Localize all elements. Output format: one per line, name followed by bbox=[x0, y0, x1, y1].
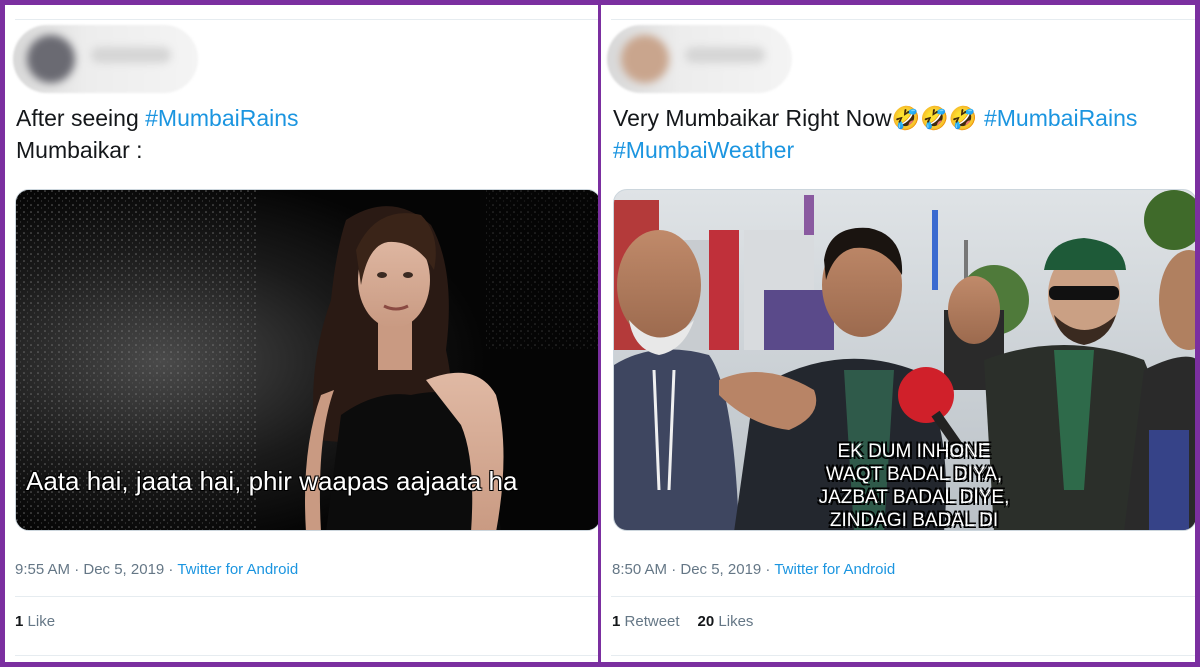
tweet-time[interactable]: 9:55 AM · Dec 5, 2019 · bbox=[15, 561, 177, 578]
tweet-text: Very Mumbaikar Right Now🤣🤣🤣 #MumbaiRains… bbox=[613, 102, 1137, 166]
caption-line: EK DUM INHONE bbox=[837, 441, 991, 462]
caption-line: WAQT BADAL DIYA, bbox=[825, 464, 1003, 485]
tweet-card-2: Very Mumbaikar Right Now🤣🤣🤣 #MumbaiRains… bbox=[601, 5, 1195, 662]
likes-count: 20 bbox=[697, 613, 715, 630]
avatar bbox=[621, 35, 669, 83]
divider bbox=[15, 655, 598, 656]
divider bbox=[15, 19, 598, 20]
tweet-stats: 1 Retweet 20 Likes bbox=[612, 613, 753, 630]
tweet-text: After seeing #MumbaiRains Mumbaikar : bbox=[16, 102, 299, 166]
tweet-source-link[interactable]: Twitter for Android bbox=[774, 561, 895, 578]
tweet-media-video[interactable]: EK DUM INHONE WAQT BADAL DIYA, JAZBAT BA… bbox=[613, 189, 1195, 531]
hashtag-link[interactable]: #MumbaiWeather bbox=[613, 137, 794, 163]
media-caption: Aata hai, jaata hai, phir waapas aajaata… bbox=[26, 466, 518, 496]
tweet-stats: 1 Like bbox=[15, 613, 55, 630]
tweet-text-part: Very Mumbaikar Right Now🤣🤣🤣 bbox=[613, 105, 984, 131]
likes-label: Likes bbox=[718, 613, 754, 630]
tweet-card-1: After seeing #MumbaiRains Mumbaikar : Aa… bbox=[5, 5, 598, 662]
avatar bbox=[27, 35, 75, 83]
hashtag-link[interactable]: #MumbaiRains bbox=[145, 105, 298, 131]
media-caption: EK DUM INHONE WAQT BADAL DIYA, JAZBAT BA… bbox=[794, 440, 1034, 531]
divider bbox=[611, 19, 1195, 20]
likes-count: 1 bbox=[15, 613, 24, 630]
blurred-author-header bbox=[13, 25, 198, 93]
caption-line: ZINDAGI BADAL DI bbox=[829, 510, 999, 531]
divider bbox=[611, 596, 1195, 597]
author-name-blurred bbox=[91, 47, 171, 63]
author-name-blurred bbox=[685, 47, 765, 63]
likes-stat[interactable]: 1 Like bbox=[15, 613, 55, 630]
tweet-time[interactable]: 8:50 AM · Dec 5, 2019 · bbox=[612, 561, 774, 578]
likes-label: Like bbox=[27, 613, 56, 630]
tweet-timestamp: 9:55 AM · Dec 5, 2019 · Twitter for Andr… bbox=[15, 561, 298, 578]
retweets-count: 1 bbox=[612, 613, 621, 630]
tweet-source-link[interactable]: Twitter for Android bbox=[177, 561, 298, 578]
divider bbox=[611, 655, 1195, 656]
likes-stat[interactable]: 20 Likes bbox=[698, 613, 754, 630]
retweets-stat[interactable]: 1 Retweet bbox=[612, 613, 680, 630]
collage-frame: After seeing #MumbaiRains Mumbaikar : Aa… bbox=[5, 5, 1195, 662]
caption-line: JAZBAT BADAL DIYE, bbox=[818, 487, 1010, 508]
blurred-author-header bbox=[607, 25, 792, 93]
tweet-text-part: After seeing bbox=[16, 105, 146, 131]
hashtag-link[interactable]: #MumbaiRains bbox=[984, 105, 1137, 131]
tweet-media-gif[interactable]: Aata hai, jaata hai, phir waapas aajaata… bbox=[15, 189, 598, 531]
tweet-timestamp: 8:50 AM · Dec 5, 2019 · Twitter for Andr… bbox=[612, 561, 895, 578]
retweets-label: Retweet bbox=[624, 613, 680, 630]
tweet-text-part: Mumbaikar : bbox=[16, 137, 143, 163]
divider bbox=[15, 596, 598, 597]
